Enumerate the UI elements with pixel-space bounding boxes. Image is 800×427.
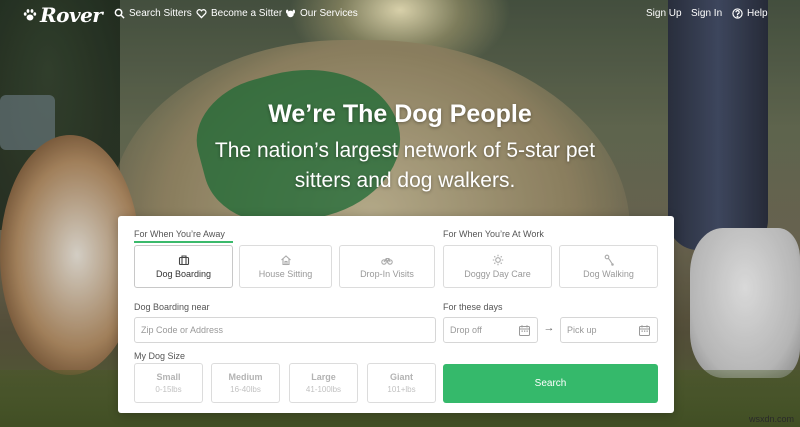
calendar-icon[interactable] — [518, 324, 531, 337]
service-house-sitting[interactable]: House Sitting — [239, 245, 332, 288]
size-name: Giant — [389, 372, 413, 382]
become-sitter-link[interactable]: Become a Sitter — [196, 8, 282, 19]
service-doggy-day-care[interactable]: Doggy Day Care — [443, 245, 552, 288]
heart-icon — [196, 9, 207, 19]
service-label: Dog Walking — [583, 269, 634, 279]
sign-up-link[interactable]: Sign Up — [646, 8, 682, 19]
help-link[interactable]: Help — [732, 8, 768, 19]
location-input[interactable]: Zip Code or Address — [134, 317, 436, 343]
service-label: Dog Boarding — [155, 269, 212, 279]
search-sitters-link[interactable]: Search Sitters — [114, 8, 192, 19]
hero-subhead: The nation’s largest network of 5-star p… — [214, 139, 596, 192]
size-range: 41-100lbs — [305, 385, 342, 394]
drop-off-date-input[interactable]: Drop off — [443, 317, 538, 343]
size-name: Large — [311, 372, 336, 382]
help-label: Help — [747, 8, 768, 19]
dog-icon — [286, 9, 295, 18]
location-placeholder: Zip Code or Address — [141, 325, 224, 335]
calendar-icon[interactable] — [638, 324, 651, 337]
sign-in-link[interactable]: Sign In — [691, 8, 722, 19]
size-range: 0-15lbs — [155, 385, 182, 394]
question-circle-icon — [732, 8, 743, 19]
service-drop-in-visits[interactable]: Drop-In Visits — [339, 245, 435, 288]
dog-size-label: My Dog Size — [134, 351, 186, 361]
location-label: Dog Boarding near — [134, 302, 210, 312]
away-section-label: For When You’re Away — [134, 229, 225, 239]
work-section-label: For When You’re At Work — [443, 229, 544, 239]
brand-name: Rover — [40, 3, 103, 27]
pick-up-placeholder: Pick up — [567, 325, 597, 335]
rover-logo[interactable]: Rover — [22, 3, 103, 27]
size-name: Small — [156, 372, 181, 382]
watermark: wsxdn.com — [748, 414, 794, 424]
become-sitter-label: Become a Sitter — [211, 8, 283, 19]
dates-label: For these days — [443, 302, 503, 312]
top-navigation: Rover Search Sitters Become a Sitter Our… — [0, 0, 800, 28]
size-range: 16-40lbs — [230, 385, 261, 394]
paw-icon — [23, 9, 37, 21]
service-label: House Sitting — [258, 269, 313, 279]
our-services-link[interactable]: Our Services — [285, 8, 358, 19]
leash-icon — [604, 254, 614, 266]
house-icon — [280, 255, 291, 266]
search-card: For When You’re Away For When You’re At … — [118, 216, 674, 413]
service-label: Doggy Day Care — [464, 269, 531, 279]
service-label: Drop-In Visits — [360, 269, 414, 279]
size-medium-option[interactable]: Medium 16-40lbs — [211, 363, 280, 403]
size-range: 101+lbs — [387, 385, 416, 394]
bicycle-icon — [381, 257, 393, 265]
drop-off-placeholder: Drop off — [450, 325, 482, 335]
search-button[interactable]: Search — [443, 364, 658, 403]
luggage-icon — [178, 255, 189, 266]
service-dog-boarding[interactable]: Dog Boarding — [134, 245, 233, 288]
our-services-label: Our Services — [300, 8, 358, 19]
size-giant-option[interactable]: Giant 101+lbs — [367, 363, 436, 403]
date-range-arrow: → — [543, 322, 555, 334]
sun-icon — [492, 254, 503, 266]
search-sitters-label: Search Sitters — [129, 8, 192, 19]
hero-headline: We’re The Dog People — [268, 100, 532, 128]
pick-up-date-input[interactable]: Pick up — [560, 317, 658, 343]
size-name: Medium — [228, 372, 263, 382]
search-icon — [114, 8, 125, 19]
size-small-option[interactable]: Small 0-15lbs — [134, 363, 203, 403]
size-large-option[interactable]: Large 41-100lbs — [289, 363, 358, 403]
service-dog-walking[interactable]: Dog Walking — [559, 245, 658, 288]
selected-section-indicator — [134, 241, 233, 243]
